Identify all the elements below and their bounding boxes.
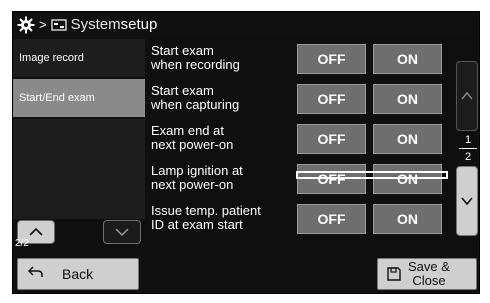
setting-label: Lamp ignition at next power-on [151, 159, 295, 197]
setting-label-line: when recording [151, 57, 240, 72]
settings-page-indicator: 1 2 [459, 134, 477, 163]
on-button[interactable]: ON [373, 204, 442, 234]
off-button[interactable]: OFF [297, 84, 366, 114]
on-button[interactable]: ON [373, 44, 442, 74]
setting-label: Issue temp. patient ID at exam start [151, 199, 295, 237]
sidebar-item-image-record[interactable]: Image record [13, 39, 145, 77]
setting-row: Exam end at next power-on OFF ON [151, 119, 451, 157]
on-button[interactable]: ON [373, 84, 442, 114]
off-button[interactable]: OFF [297, 44, 366, 74]
page-title-part1: System [70, 16, 121, 33]
scroll-down-button[interactable] [456, 166, 478, 236]
setting-label-line: next power-on [151, 137, 234, 152]
scroll-up-button[interactable] [456, 61, 478, 131]
page-current: 1 [464, 134, 472, 146]
setting-label-line: Lamp ignition at [151, 163, 243, 178]
on-button[interactable]: ON [373, 164, 442, 194]
setting-row: Issue temp. patient ID at exam start OFF… [151, 199, 451, 237]
back-button-label: Back [62, 266, 94, 282]
sidebar-item-start-end-exam[interactable]: Start/End exam [13, 79, 145, 117]
save-close-label: Save & Close [408, 260, 450, 288]
setting-row: Start exam when capturing OFF ON [151, 79, 451, 117]
page-title-part2: setup [120, 16, 158, 33]
off-button[interactable]: OFF [297, 124, 366, 154]
setting-label-line: Start exam [151, 43, 214, 58]
sidebar-page-down-button[interactable] [103, 220, 141, 244]
save-icon [386, 266, 402, 282]
on-button[interactable]: ON [373, 124, 442, 154]
off-button[interactable]: OFF [297, 204, 366, 234]
setting-label: Exam end at next power-on [151, 119, 295, 157]
setting-row: Start exam when recording OFF ON [151, 39, 451, 77]
chevron-down-icon [461, 197, 473, 206]
sidebar-empty-area [13, 119, 145, 219]
setting-label-line: ID at exam start [151, 217, 243, 232]
gear-icon [17, 16, 35, 34]
sidebar-item-label: Image record [19, 52, 84, 64]
setting-label-line: Exam end at [151, 123, 224, 138]
chevron-down-icon [115, 228, 129, 236]
fraction-line [459, 148, 477, 149]
save-label-line1: Save & [408, 259, 450, 274]
setting-label: Start exam when capturing [151, 79, 295, 117]
save-close-button[interactable]: Save & Close [377, 258, 477, 290]
chevron-up-icon [461, 91, 473, 100]
save-label-line2: Close [412, 273, 446, 288]
chevron-up-icon [29, 227, 43, 236]
system-setup-icon [50, 18, 67, 32]
back-button[interactable]: Back [17, 258, 139, 290]
back-arrow-icon [27, 265, 44, 283]
breadcrumb-separator: > [39, 17, 47, 32]
system-setup-screen: > System setup Image record Start/End ex… [12, 11, 480, 294]
page-total: 2 [464, 151, 472, 163]
footer-bar: Back Save & Close [13, 256, 479, 293]
setting-label-line: next power-on [151, 177, 234, 192]
setting-label-line: Issue temp. patient [151, 203, 261, 218]
setting-label-line: Start exam [151, 83, 214, 98]
setting-label-line: when capturing [151, 97, 240, 112]
off-button[interactable]: OFF [297, 164, 366, 194]
sidebar-page-indicator: 2/2 [15, 238, 29, 249]
selection-highlight [296, 171, 448, 179]
sidebar-item-label: Start/End exam [19, 92, 95, 104]
setting-label: Start exam when recording [151, 39, 295, 77]
header-bar: > System setup [13, 12, 479, 37]
